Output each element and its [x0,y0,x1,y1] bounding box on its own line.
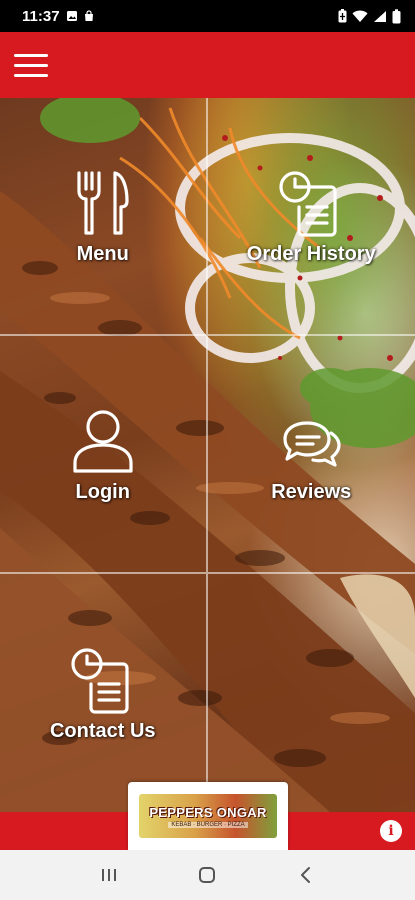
tile-contact-us-label: Contact Us [49,719,156,742]
tile-reviews-label: Reviews [271,480,352,503]
restaurant-logo: PEPPERS ONGAR KEBAB · BURGER · PIZZA [128,782,288,850]
logo-title: PEPPERS ONGAR [149,804,267,820]
battery-saver-icon [338,9,347,23]
status-time: 11:37 [22,7,60,25]
info-icon[interactable]: i [380,820,402,842]
fork-knife-icon [77,170,129,235]
home-icon[interactable] [192,860,222,890]
user-icon [73,409,133,473]
tile-menu[interactable]: Menu [0,98,208,336]
recent-apps-icon[interactable] [94,860,124,890]
tile-order-history-label: Order History [246,242,376,265]
tile-contact-us[interactable]: Contact Us [0,574,208,812]
logo-subtitle: KEBAB · BURGER · PIZZA [168,821,248,828]
tile-empty [208,574,415,812]
image-icon [66,11,77,21]
tile-order-history[interactable]: Order History [207,98,415,336]
tile-login-label: Login [75,480,130,503]
bag-icon [84,10,93,21]
chat-bubbles-icon [283,420,341,467]
tile-reviews[interactable]: Reviews [207,336,415,574]
info-glyph: i [388,823,394,839]
back-icon[interactable] [291,860,321,890]
tile-menu-label: Menu [76,242,129,265]
signal-icon [374,10,386,22]
app-header [0,32,415,98]
logo-banner: PEPPERS ONGAR KEBAB · BURGER · PIZZA [139,794,277,838]
wifi-icon [352,10,368,22]
navigation-grid: Menu Order History Login Reviews Contact… [0,98,415,812]
hamburger-icon[interactable] [14,54,48,78]
tile-login[interactable]: Login [0,336,208,574]
status-bar: 11:37 [0,0,415,32]
clock-document-icon [71,647,129,714]
system-navigation-bar [0,850,415,900]
clock-document-icon [279,170,337,237]
battery-icon [392,8,401,23]
